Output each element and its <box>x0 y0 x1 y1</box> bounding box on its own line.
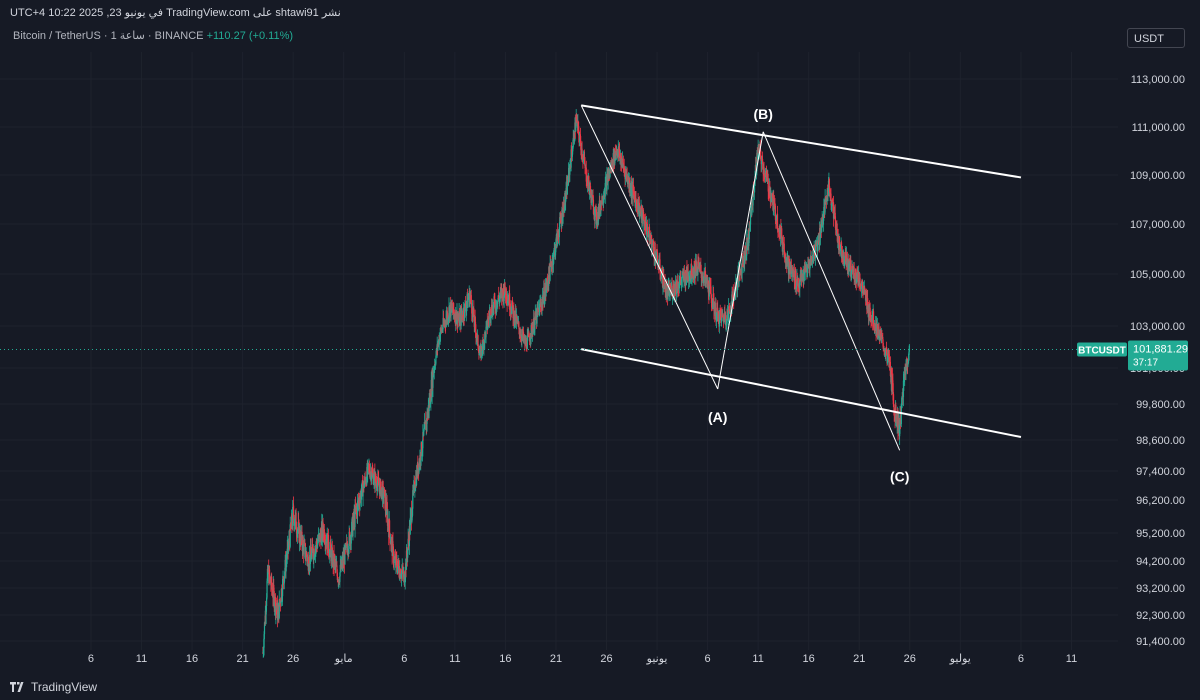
drawings: (A) (B) (C) <box>0 104 1118 484</box>
candle-body <box>266 581 268 598</box>
x-tick-label: 16 <box>499 653 511 665</box>
y-tick-label: 109,000.00 <box>1130 170 1185 182</box>
candle-body <box>819 232 822 239</box>
wave-line-2 <box>717 131 764 390</box>
candle-body <box>581 148 583 158</box>
candle-body <box>470 295 472 304</box>
y-tick-label: 92,300.00 <box>1136 610 1185 622</box>
symbol-name: Bitcoin / TetherUS · 1 ساعة · BINANCE <box>13 30 204 42</box>
symbol-info[interactable]: Bitcoin / TetherUS · 1 ساعة · BINANCE +1… <box>13 29 293 42</box>
candle-body <box>799 280 801 289</box>
candle-body <box>518 322 520 329</box>
candle-body <box>776 214 779 231</box>
wave-line-3 <box>762 131 901 451</box>
lower-channel <box>581 348 1022 438</box>
candle-body <box>580 140 582 150</box>
candle-body <box>303 543 305 555</box>
candle-body <box>423 428 425 431</box>
x-tick-label: يونيو <box>646 653 668 665</box>
x-tick-label: 26 <box>904 653 916 665</box>
candle-body <box>282 578 284 597</box>
price-tag: BTCUSDT 101,881.29 37:17 <box>1077 340 1188 371</box>
y-tick-label: 96,200.00 <box>1136 495 1185 507</box>
x-tick-label: 6 <box>705 653 711 665</box>
upper-channel <box>581 104 1022 179</box>
wave-label: (C) <box>890 468 909 484</box>
x-axis: 6 11 16 21 26 مايو 6 11 16 21 26 يونيو 6 11 16 21 26 يولي… <box>88 653 1077 665</box>
candle-body <box>774 205 777 220</box>
x-tick-label: 11 <box>136 653 147 665</box>
x-tick-label: 6 <box>1018 653 1024 665</box>
candle-body <box>751 204 753 215</box>
wave-label: (B) <box>753 106 772 122</box>
x-tick-label: 11 <box>752 653 763 665</box>
y-tick-label: 97,400.00 <box>1136 466 1185 478</box>
grid <box>0 52 1118 650</box>
wave-label: (A) <box>708 409 727 425</box>
candle-body <box>878 326 880 336</box>
price-chart[interactable]: (A) (B) (C) 113,000.00 111,000.00 109,000.00… <box>0 0 1200 700</box>
candle-body <box>453 303 455 313</box>
tradingview-logo-icon <box>10 682 24 692</box>
candle-body <box>697 269 699 275</box>
last-price-label: 101,881.29 <box>1133 343 1188 355</box>
candle-body <box>388 520 391 534</box>
y-tick-label: 94,200.00 <box>1136 556 1185 568</box>
x-tick-label: 21 <box>236 653 248 665</box>
candle-body <box>908 345 910 352</box>
y-tick-label: 103,000.00 <box>1130 321 1185 333</box>
y-tick-label: 107,000.00 <box>1130 219 1185 231</box>
wave-line-1 <box>580 105 719 390</box>
candle-body <box>718 313 720 327</box>
currency-button[interactable]: USDT <box>1127 28 1185 48</box>
candle-body <box>511 300 514 308</box>
x-tick-label: 6 <box>401 653 407 665</box>
y-tick-label: 99,800.00 <box>1136 399 1185 411</box>
x-tick-label: 6 <box>88 653 94 665</box>
countdown-label: 37:17 <box>1133 357 1158 368</box>
x-tick-label: مايو <box>334 653 353 665</box>
y-tick-label: 105,000.00 <box>1130 269 1185 281</box>
footer-brand[interactable]: TradingView <box>10 680 97 694</box>
y-tick-label: 91,400.00 <box>1136 636 1185 648</box>
y-tick-label: 111,000.00 <box>1132 122 1185 134</box>
x-tick-label: 21 <box>853 653 865 665</box>
y-tick-label: 98,600.00 <box>1136 435 1185 447</box>
x-tick-label: 21 <box>550 653 562 665</box>
symbol-tag-label: BTCUSDT <box>1078 345 1126 356</box>
candle-body <box>516 316 518 319</box>
brand-label: TradingView <box>31 680 98 694</box>
x-tick-label: 11 <box>1066 653 1077 665</box>
y-tick-label: 113,000.00 <box>1131 74 1185 86</box>
candle-body <box>872 311 875 328</box>
x-tick-label: يوليو <box>949 653 971 665</box>
x-tick-label: 26 <box>287 653 299 665</box>
x-tick-label: 16 <box>186 653 198 665</box>
x-tick-label: 26 <box>600 653 612 665</box>
publisher-line: نشر shtawi91 على TradingView.com في يوني… <box>10 7 341 19</box>
y-tick-label: 95,200.00 <box>1136 528 1185 540</box>
candles <box>262 109 910 658</box>
y-tick-label: 93,200.00 <box>1136 583 1185 595</box>
x-tick-label: 11 <box>449 653 460 665</box>
x-tick-label: 16 <box>803 653 815 665</box>
candle-body <box>475 331 477 339</box>
candle-body <box>383 495 385 498</box>
price-change: +110.27 (+0.11%) <box>206 30 294 42</box>
